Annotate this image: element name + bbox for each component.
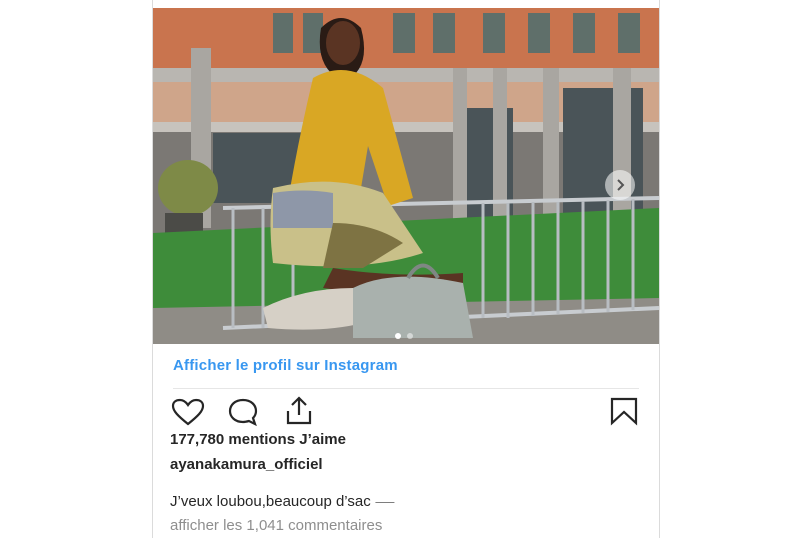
- next-photo-button[interactable]: [605, 170, 635, 200]
- comment-icon: [228, 398, 258, 427]
- view-profile-link[interactable]: Afficher le profil sur Instagram: [173, 357, 398, 374]
- photo-scene: [153, 8, 659, 344]
- divider: [173, 388, 639, 389]
- heart-icon: [171, 398, 205, 426]
- post-caption: J’veux loubou,beaucoup d’sac ⸺: [170, 493, 395, 510]
- caption-emoji: ⸺: [374, 495, 395, 509]
- share-button[interactable]: [283, 395, 315, 432]
- caption-text: J’veux loubou,beaucoup d’sac: [170, 493, 375, 510]
- post-actions: [169, 394, 643, 428]
- carousel-dot: [407, 333, 413, 339]
- carousel-dot-active: [395, 333, 401, 339]
- instagram-embed-card: Afficher le profil sur Instagram 177,780…: [152, 0, 660, 538]
- bookmark-icon: [610, 397, 638, 426]
- post-photo[interactable]: [153, 8, 659, 344]
- chevron-right-icon: [617, 179, 625, 191]
- post-username[interactable]: ayanakamura_officiel: [170, 456, 323, 473]
- comment-button[interactable]: [227, 397, 259, 432]
- likes-count[interactable]: 177,780 mentions J’aime: [170, 431, 346, 448]
- share-icon: [286, 396, 312, 425]
- carousel-indicator: [395, 333, 413, 339]
- like-button[interactable]: [171, 398, 205, 431]
- view-comments-link[interactable]: afficher les 1,041 commentaires: [170, 517, 382, 534]
- save-button[interactable]: [609, 396, 639, 431]
